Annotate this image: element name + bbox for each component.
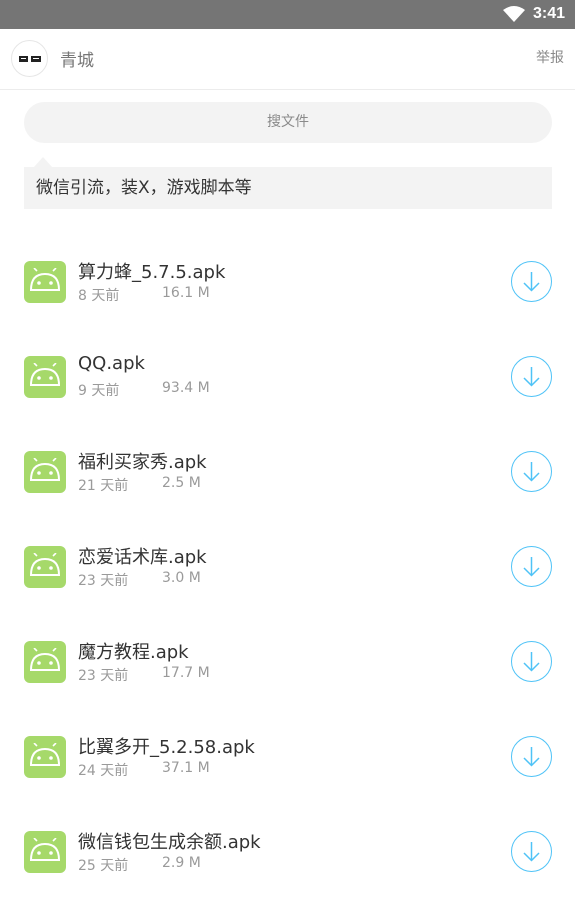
status-bar: 3:41	[0, 0, 575, 29]
search-input[interactable]: 搜文件	[24, 102, 552, 143]
file-name[interactable]: 福利买家秀.apk	[78, 448, 207, 474]
file-date: 8 天前	[78, 288, 120, 304]
report-button[interactable]: 举报	[536, 47, 564, 67]
file-name[interactable]: QQ.apk	[78, 353, 145, 374]
file-size: 17.7 M	[162, 665, 210, 681]
download-button[interactable]	[511, 641, 552, 682]
list-item[interactable]: 福利买家秀.apk 21 天前 2.5 M	[0, 424, 575, 519]
file-name[interactable]: 算力蜂_5.7.5.apk	[78, 258, 225, 284]
file-size: 2.9 M	[162, 855, 201, 871]
status-time: 3:41	[533, 5, 566, 22]
download-arrow-icon	[523, 557, 540, 577]
notice-pointer	[34, 157, 52, 167]
android-icon	[24, 831, 66, 873]
download-arrow-icon	[523, 842, 540, 862]
header: 青城 举报	[0, 29, 575, 90]
file-size: 16.1 M	[162, 285, 210, 301]
file-name[interactable]: 微信钱包生成余额.apk	[78, 828, 261, 854]
file-name[interactable]: 魔方教程.apk	[78, 638, 189, 664]
file-list: 算力蜂_5.7.5.apk 8 天前 16.1 M QQ.apk 9 天前 93.4 M 福…	[0, 234, 575, 899]
avatar[interactable]	[11, 40, 48, 77]
file-size: 2.5 M	[162, 475, 201, 491]
list-item[interactable]: 算力蜂_5.7.5.apk 8 天前 16.1 M	[0, 234, 575, 329]
notice-text: 微信引流，装X，游戏脚本等	[24, 167, 552, 209]
list-item[interactable]: 比翼多开_5.2.58.apk 24 天前 37.1 M	[0, 709, 575, 804]
file-name[interactable]: 恋爱话术库.apk	[78, 543, 207, 569]
android-icon	[24, 641, 66, 683]
uploader-name[interactable]: 青城	[60, 46, 94, 71]
android-icon	[24, 261, 66, 303]
android-icon	[24, 356, 66, 398]
list-item[interactable]: 微信钱包生成余额.apk 25 天前 2.9 M	[0, 804, 575, 899]
file-date: 23 天前	[78, 573, 129, 589]
download-arrow-icon	[523, 272, 540, 292]
download-button[interactable]	[511, 451, 552, 492]
android-icon	[24, 451, 66, 493]
list-item[interactable]: QQ.apk 9 天前 93.4 M	[0, 329, 575, 424]
download-arrow-icon	[523, 747, 540, 767]
file-date: 25 天前	[78, 858, 129, 874]
download-button[interactable]	[511, 261, 552, 302]
file-size: 37.1 M	[162, 760, 210, 776]
download-arrow-icon	[523, 462, 540, 482]
download-arrow-icon	[523, 367, 540, 387]
file-name[interactable]: 比翼多开_5.2.58.apk	[78, 733, 255, 759]
file-date: 9 天前	[78, 383, 120, 399]
download-arrow-icon	[523, 652, 540, 672]
download-button[interactable]	[511, 356, 552, 397]
file-size: 3.0 M	[162, 570, 201, 586]
download-button[interactable]	[511, 546, 552, 587]
qingcheng-logo-icon	[19, 56, 41, 62]
file-date: 23 天前	[78, 668, 129, 684]
list-item[interactable]: 魔方教程.apk 23 天前 17.7 M	[0, 614, 575, 709]
list-item[interactable]: 恋爱话术库.apk 23 天前 3.0 M	[0, 519, 575, 614]
android-icon	[24, 546, 66, 588]
android-icon	[24, 736, 66, 778]
wifi-icon	[503, 6, 525, 22]
download-button[interactable]	[511, 831, 552, 872]
file-date: 21 天前	[78, 478, 129, 494]
download-button[interactable]	[511, 736, 552, 777]
file-size: 93.4 M	[162, 380, 210, 396]
file-date: 24 天前	[78, 763, 129, 779]
